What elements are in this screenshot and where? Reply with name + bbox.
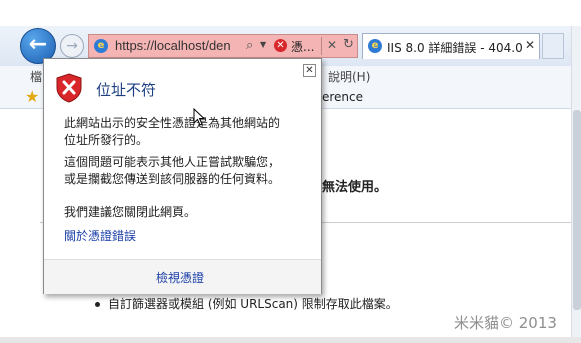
dropdown-icon[interactable]: ▼ bbox=[260, 40, 266, 49]
popup-close-icon[interactable]: ✕ bbox=[303, 64, 316, 77]
certificate-error-popup: 位址不符 ✕ 此網站出示的安全性憑證是為其他網站的 位址所發行的。 這個問題可能… bbox=[43, 58, 322, 294]
ie-page-icon: e bbox=[94, 39, 108, 53]
popup-footer: 檢視憑證 bbox=[44, 259, 321, 294]
tab-iis-error[interactable]: e IIS 8.0 詳細錯誤 - 404.0 - ... ✕ bbox=[362, 33, 540, 59]
new-tab-button[interactable] bbox=[542, 33, 564, 59]
menu-file[interactable]: 檔 bbox=[30, 68, 42, 85]
vertical-scrollbar[interactable] bbox=[571, 26, 581, 337]
message-line: 位址所發行的。 bbox=[64, 133, 149, 147]
list-item: 自訂篩選器或模組 (例如 URLScan) 限制存取此檔案。 bbox=[108, 297, 398, 311]
forward-button[interactable]: → bbox=[60, 34, 84, 58]
favorites-item[interactable]: erence bbox=[322, 90, 363, 104]
about-certificate-errors-link[interactable]: 關於憑證錯誤 bbox=[64, 227, 136, 244]
favorites-star-icon[interactable]: ★ bbox=[25, 87, 39, 106]
popup-recommendation: 我們建議您關閉此網頁。 bbox=[64, 205, 197, 219]
watermark: 米米貓© 2013 bbox=[454, 314, 557, 332]
back-arrow-icon: ← bbox=[28, 32, 48, 57]
tab-close-icon[interactable]: ✕ bbox=[525, 38, 535, 52]
certificate-error-label[interactable]: 憑... bbox=[291, 38, 314, 55]
tab-title: IIS 8.0 詳細錯誤 - 404.0 - ... bbox=[387, 41, 522, 55]
popup-message-mismatch: 此網站出示的安全性憑證是為其他網站的 位址所發行的。 bbox=[64, 115, 280, 149]
menu-help[interactable]: 說明(H) bbox=[328, 68, 370, 85]
error-heading-fragment: 無法使用。 bbox=[322, 180, 388, 195]
stop-icon[interactable]: ✕ bbox=[327, 38, 337, 52]
shield-error-icon bbox=[56, 73, 82, 103]
view-certificate-link[interactable]: 檢視憑證 bbox=[156, 269, 204, 286]
search-icon[interactable]: ⌕ bbox=[246, 38, 253, 53]
window-shadow bbox=[0, 337, 581, 343]
message-line: 這個問題可能表示其他人正嘗試欺騙您， bbox=[64, 155, 281, 169]
popup-title: 位址不符 bbox=[96, 81, 157, 99]
popup-message-warning: 這個問題可能表示其他人正嘗試欺騙您， 或是攔截您傳送到該伺服器的任何資料。 bbox=[64, 154, 280, 188]
address-url[interactable]: https://localhost/den bbox=[115, 38, 243, 53]
bullet-icon bbox=[95, 302, 100, 307]
tab-page-icon: e bbox=[368, 39, 382, 53]
certificate-error-icon[interactable]: ✕ bbox=[274, 39, 287, 52]
message-line: 此網站出示的安全性憑證是為其他網站的 bbox=[64, 116, 281, 130]
scrollbar-thumb[interactable] bbox=[573, 110, 581, 310]
refresh-icon[interactable]: ↻ bbox=[343, 37, 354, 52]
address-bar[interactable]: e https://localhost/den ⌕ ▼ ✕ 憑... ✕ ↻ bbox=[88, 34, 358, 58]
mouse-cursor-icon bbox=[193, 108, 205, 126]
address-divider bbox=[321, 37, 322, 55]
message-line: 或是攔截您傳送到該伺服器的任何資料。 bbox=[64, 172, 281, 186]
forward-arrow-icon: → bbox=[66, 38, 78, 54]
